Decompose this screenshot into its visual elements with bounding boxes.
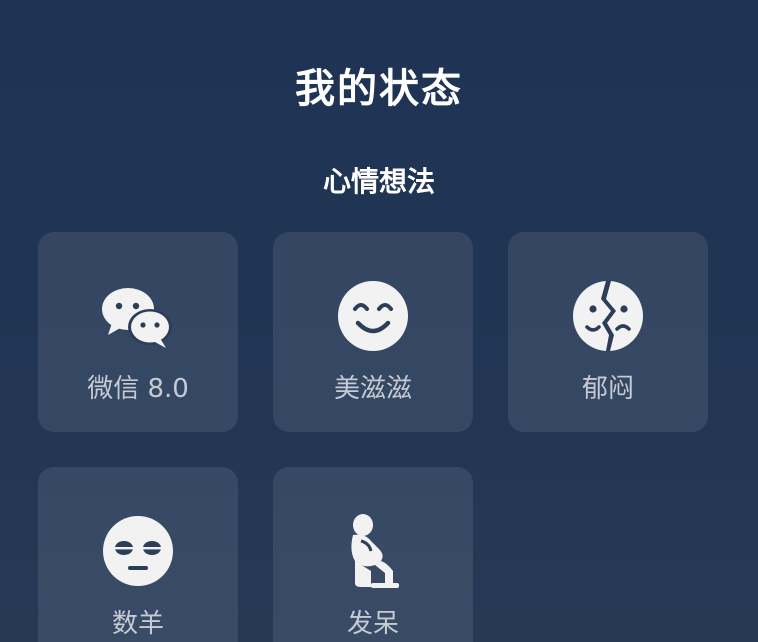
status-tile-label: 微信 8.0 — [87, 374, 189, 404]
status-tile-label: 美滋滋 — [333, 374, 412, 404]
status-grid: 微信 8.0 美滋滋 郁闷 数羊 发呆 — [38, 232, 708, 642]
status-tile-depressed[interactable]: 郁闷 — [508, 232, 708, 432]
sleepy-face-icon — [38, 511, 238, 591]
section-title: 心情想法 — [322, 165, 435, 198]
status-tile-counting-sheep[interactable]: 数羊 — [38, 467, 238, 642]
status-tile-daydream[interactable]: 发呆 — [273, 467, 473, 642]
broken-face-icon — [508, 276, 708, 356]
status-tile-label: 数羊 — [111, 609, 164, 639]
status-tile-wechat[interactable]: 微信 8.0 — [38, 232, 238, 432]
status-tile-happy[interactable]: 美滋滋 — [273, 232, 473, 432]
status-tile-label: 郁闷 — [581, 374, 634, 404]
status-tile-label: 发呆 — [346, 609, 399, 639]
smile-icon — [273, 276, 473, 356]
wechat-icon — [38, 276, 238, 356]
thinker-icon — [273, 511, 473, 591]
page-title: 我的状态 — [295, 66, 463, 112]
